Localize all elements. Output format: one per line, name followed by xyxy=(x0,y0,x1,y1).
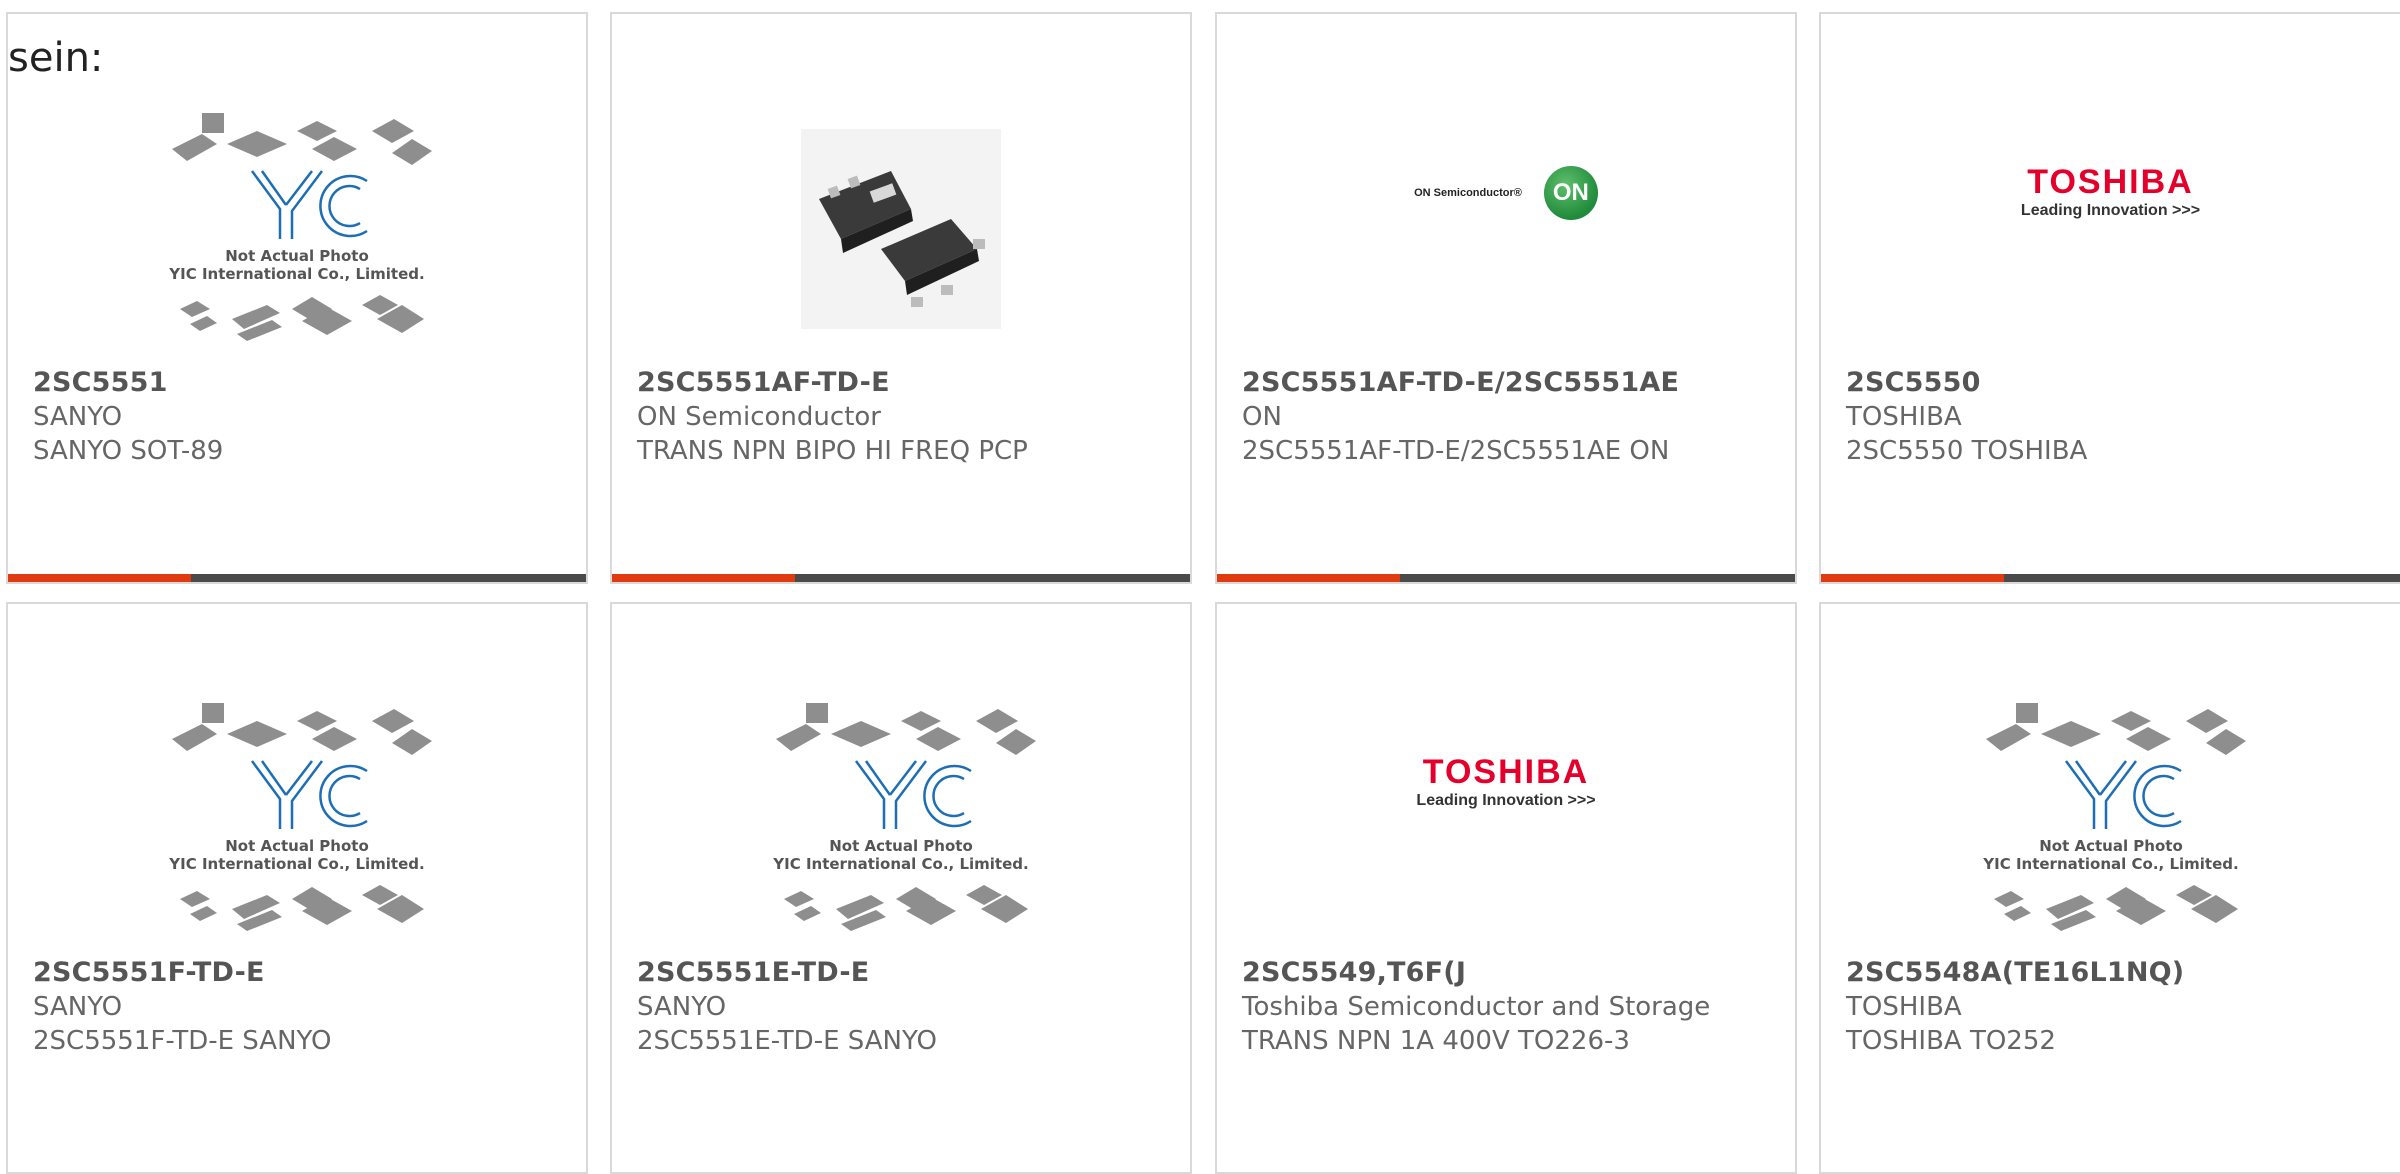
part-number[interactable]: 2SC5551 xyxy=(33,366,561,400)
product-card[interactable]: ON Semiconductor® ON 2SC5551AF-TD-E/2SC5… xyxy=(1215,12,1797,584)
product-image[interactable] xyxy=(612,94,1190,364)
product-image[interactable]: TOSHIBA Leading Innovation >>> xyxy=(1821,94,2400,364)
product-image[interactable]: Not Actual Photo YIC International Co., … xyxy=(612,684,1190,954)
description: TRANS NPN BIPO HI FREQ PCP xyxy=(637,436,1028,466)
product-image[interactable]: TOSHIBA Leading Innovation >>> xyxy=(1217,684,1795,954)
part-number[interactable]: 2SC5551F-TD-E xyxy=(33,956,561,990)
placeholder-text-line2: YIC International Co., Limited. xyxy=(772,855,1028,873)
product-image[interactable]: Not Actual Photo YIC International Co., … xyxy=(8,94,586,364)
product-image[interactable]: Not Actual Photo YIC International Co., … xyxy=(1821,684,2400,954)
placeholder-text-line2: YIC International Co., Limited. xyxy=(1982,855,2238,873)
part-number[interactable]: 2SC5551AF-TD-E xyxy=(637,366,1165,400)
description: 2SC5550 TOSHIBA xyxy=(1846,436,2088,466)
manufacturer: TOSHIBA xyxy=(1846,992,1962,1022)
product-card[interactable]: Not Actual Photo YIC International Co., … xyxy=(6,602,588,1174)
placeholder-text-line1: Not Actual Photo xyxy=(2039,837,2183,855)
placeholder-text-line2: YIC International Co., Limited. xyxy=(168,265,424,283)
yic-placeholder-image: Not Actual Photo YIC International Co., … xyxy=(772,703,1036,931)
description: 2SC5551F-TD-E SANYO xyxy=(33,1026,332,1056)
on-logo-mark: ON xyxy=(1543,166,1598,220)
yic-placeholder-image: Not Actual Photo YIC International Co., … xyxy=(1982,703,2246,931)
placeholder-text-line1: Not Actual Photo xyxy=(225,837,369,855)
product-card[interactable]: 2SC5551AF-TD-E ON Semiconductor TRANS NP… xyxy=(610,12,1192,584)
part-number[interactable]: 2SC5551E-TD-E xyxy=(637,956,1165,990)
yic-placeholder-image: Not Actual Photo YIC International Co., … xyxy=(168,703,432,931)
yic-placeholder-image: Not Actual Photo YIC International Co., … xyxy=(168,113,432,341)
card-progress-bar xyxy=(1821,574,2400,582)
part-number[interactable]: 2SC5548A(TE16L1NQ) xyxy=(1846,956,2375,990)
section-heading: sein: xyxy=(8,35,104,81)
placeholder-text-line1: Not Actual Photo xyxy=(225,247,369,265)
product-image[interactable]: ON Semiconductor® ON xyxy=(1217,94,1795,364)
product-image[interactable]: Not Actual Photo YIC International Co., … xyxy=(8,684,586,954)
description: SANYO SOT-89 xyxy=(33,436,224,466)
toshiba-wordmark: TOSHIBA xyxy=(2027,163,2194,201)
card-progress-bar xyxy=(1217,574,1795,582)
on-semiconductor-logo: ON Semiconductor® ON xyxy=(1414,166,1598,220)
product-card[interactable]: Not Actual Photo YIC International Co., … xyxy=(6,12,588,584)
toshiba-tagline: Leading Innovation >>> xyxy=(2020,202,2201,219)
part-number[interactable]: 2SC5549,T6F(J xyxy=(1242,956,1770,990)
manufacturer: Toshiba Semiconductor and Storage xyxy=(1242,992,1711,1022)
component-photo xyxy=(801,129,1001,329)
toshiba-tagline: Leading Innovation >>> xyxy=(1416,792,1596,809)
manufacturer: ON Semiconductor xyxy=(637,402,881,432)
card-progress-bar xyxy=(8,574,586,582)
manufacturer: ON xyxy=(1242,402,1282,432)
placeholder-text-line1: Not Actual Photo xyxy=(829,837,973,855)
on-logo-wordmark: ON Semiconductor® xyxy=(1414,187,1522,199)
manufacturer: SANYO xyxy=(33,402,123,432)
description: TRANS NPN 1A 400V TO226-3 xyxy=(1242,1026,1630,1056)
product-card[interactable]: TOSHIBA Leading Innovation >>> 2SC5550 T… xyxy=(1819,12,2400,584)
part-number[interactable]: 2SC5550 xyxy=(1846,366,2375,400)
part-number[interactable]: 2SC5551AF-TD-E/2SC5551AE xyxy=(1242,366,1770,400)
description: TOSHIBA TO252 xyxy=(1846,1026,2056,1056)
manufacturer: TOSHIBA xyxy=(1846,402,1962,432)
toshiba-logo: TOSHIBA Leading Innovation >>> xyxy=(2021,164,2200,222)
product-card[interactable]: Not Actual Photo YIC International Co., … xyxy=(1819,602,2400,1174)
manufacturer: SANYO xyxy=(33,992,123,1022)
description: 2SC5551E-TD-E SANYO xyxy=(637,1026,937,1056)
card-progress-bar xyxy=(612,574,1190,582)
product-card[interactable]: Not Actual Photo YIC International Co., … xyxy=(610,602,1192,1174)
product-card[interactable]: TOSHIBA Leading Innovation >>> 2SC5549,T… xyxy=(1215,602,1797,1174)
toshiba-logo: TOSHIBA Leading Innovation >>> xyxy=(1416,754,1595,812)
description: 2SC5551AF-TD-E/2SC5551AE ON xyxy=(1242,436,1670,466)
manufacturer: SANYO xyxy=(637,992,727,1022)
placeholder-text-line2: YIC International Co., Limited. xyxy=(168,855,424,873)
toshiba-wordmark: TOSHIBA xyxy=(1422,753,1590,791)
